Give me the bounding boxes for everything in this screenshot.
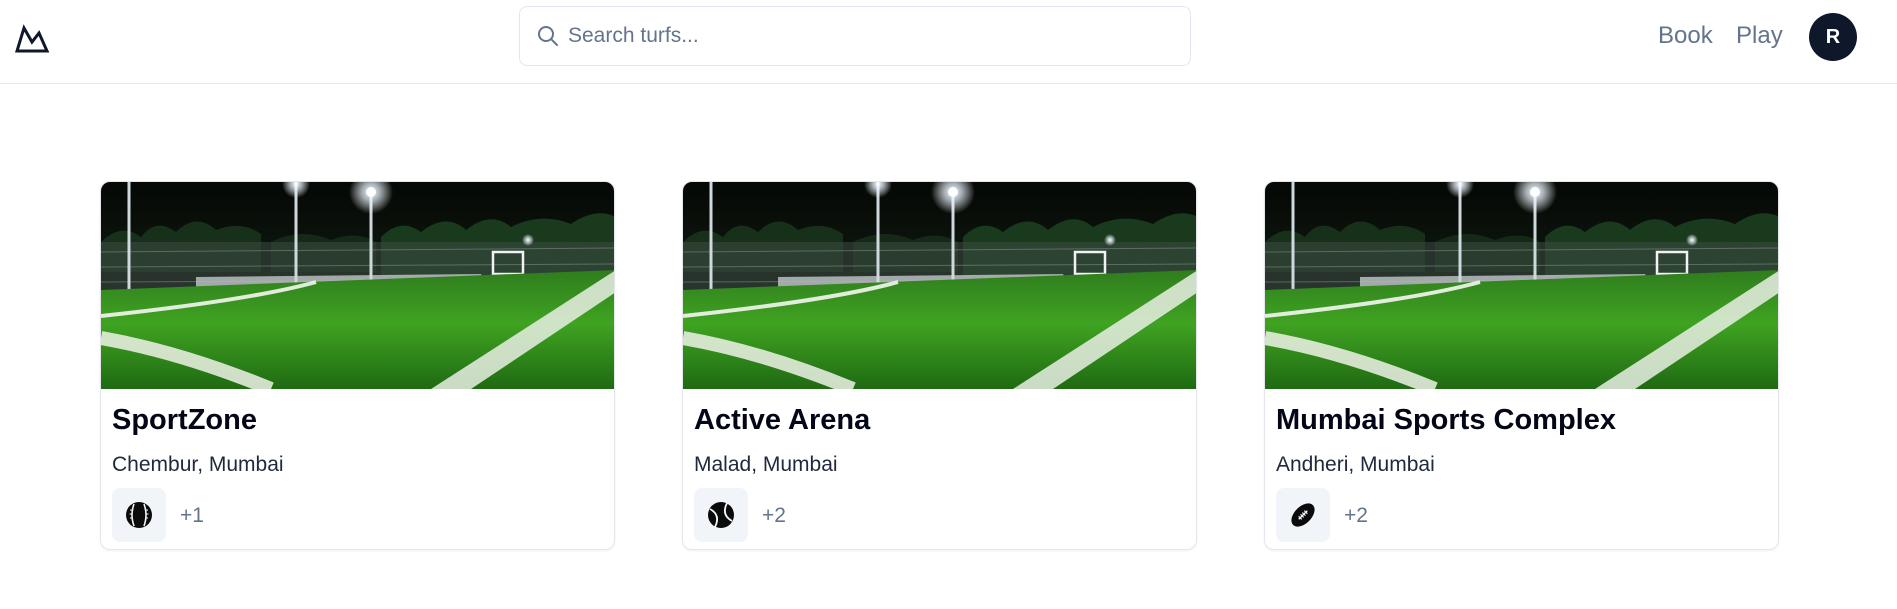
sport-badge bbox=[694, 488, 748, 542]
turf-location: Chembur, Mumbai bbox=[112, 453, 284, 476]
extra-sports-count: +2 bbox=[1344, 504, 1368, 527]
football-icon bbox=[1291, 503, 1315, 527]
search-icon bbox=[538, 26, 558, 46]
tennis-ball-icon bbox=[708, 502, 734, 528]
cricket-ball-icon bbox=[126, 502, 152, 528]
turf-name: SportZone bbox=[112, 404, 257, 436]
turf-location: Andheri, Mumbai bbox=[1276, 453, 1435, 476]
turf-image bbox=[1265, 182, 1779, 389]
turf-image bbox=[683, 182, 1197, 389]
turf-name: Active Arena bbox=[694, 404, 871, 436]
turf-card-sportzone[interactable]: SportZone Chembur, Mumbai +1 bbox=[100, 181, 615, 550]
mountain-logo-icon[interactable] bbox=[14, 22, 50, 54]
turf-image bbox=[101, 182, 615, 389]
user-avatar[interactable]: R bbox=[1809, 13, 1857, 61]
sport-badge bbox=[112, 488, 166, 542]
search-bar[interactable] bbox=[519, 6, 1191, 66]
extra-sports-count: +2 bbox=[762, 504, 786, 527]
turf-name: Mumbai Sports Complex bbox=[1276, 404, 1616, 436]
top-navigation-bar: Book Play R bbox=[0, 0, 1897, 84]
turf-card-mumbai-sports-complex[interactable]: Mumbai Sports Complex Andheri, Mumbai +2 bbox=[1264, 181, 1779, 550]
turf-card-active-arena[interactable]: Active Arena Malad, Mumbai +2 bbox=[682, 181, 1197, 550]
nav-play-link[interactable]: Play bbox=[1736, 22, 1783, 50]
turf-location: Malad, Mumbai bbox=[694, 453, 838, 476]
nav-book-link[interactable]: Book bbox=[1658, 22, 1713, 50]
sport-badge bbox=[1276, 488, 1330, 542]
extra-sports-count: +1 bbox=[180, 504, 204, 527]
search-input[interactable] bbox=[568, 7, 1178, 65]
